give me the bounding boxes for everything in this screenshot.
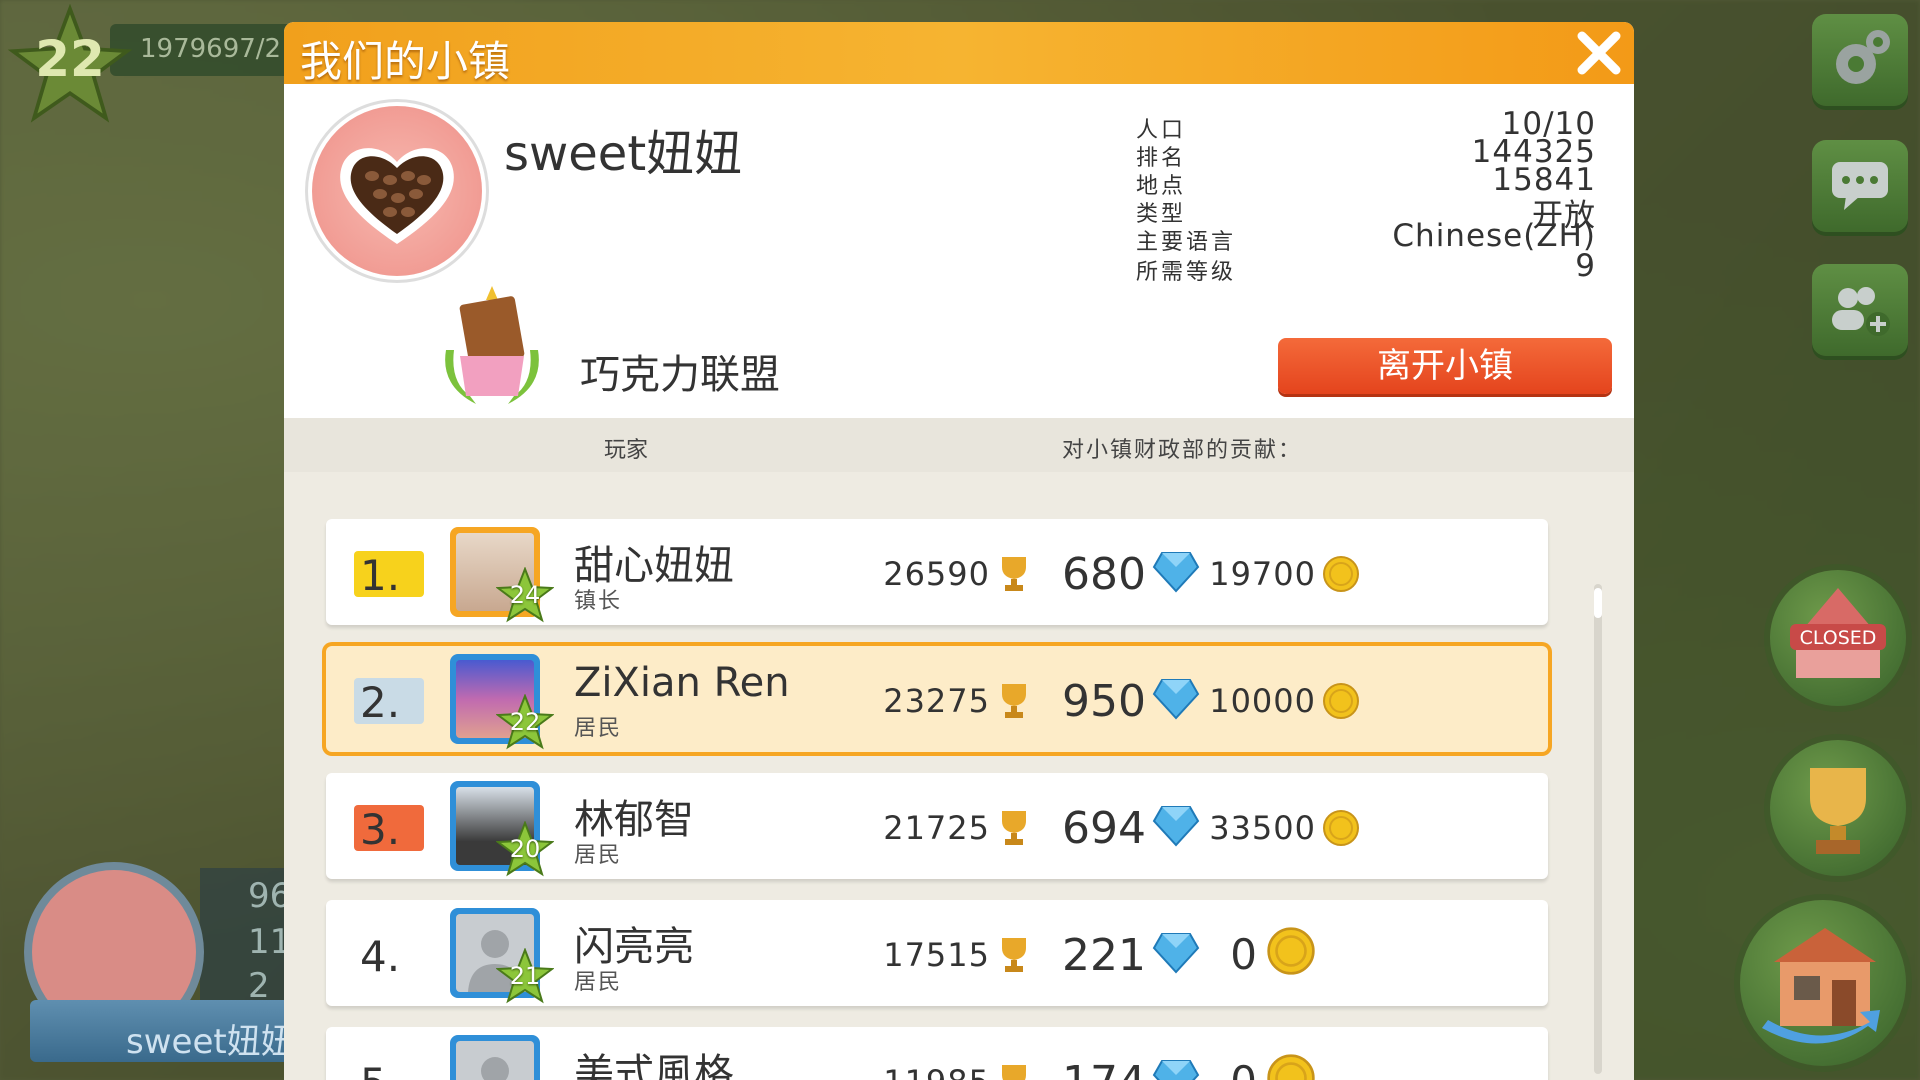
- xp-text: 1979697/2: [140, 34, 282, 64]
- coin-icon: [1267, 1054, 1315, 1080]
- member-row[interactable]: 1. 24 甜心妞妞 镇长 26590 680 19700: [326, 519, 1548, 625]
- coin-icon: [1323, 810, 1359, 846]
- chocolate-badge-icon: [445, 286, 539, 404]
- gear-icon: [1836, 30, 1890, 84]
- coffee-heart-icon: [340, 148, 454, 244]
- town-avatar: [312, 106, 482, 276]
- add-friend-icon: [1832, 287, 1890, 336]
- member-coins: 19700: [1209, 555, 1316, 593]
- member-coins: 0: [1086, 1057, 1258, 1080]
- member-trophies: 11985: [846, 1063, 990, 1080]
- scrollbar-thumb[interactable]: [1594, 588, 1602, 618]
- member-row-current-player[interactable]: 2. 22 ZiXian Ren 居民 23275 950 10000: [326, 646, 1548, 752]
- member-rank: 5.: [360, 1059, 400, 1080]
- member-trophies: 21725: [883, 809, 990, 847]
- default-avatar-icon: [481, 1057, 509, 1080]
- chat-button[interactable]: [1812, 140, 1908, 232]
- house-icon: [1762, 928, 1880, 1044]
- member-rank: 3.: [360, 805, 401, 854]
- member-list-header: [284, 418, 1634, 472]
- member-gems: 680: [1062, 549, 1146, 600]
- market-closed-button[interactable]: CLOSED: [1770, 570, 1906, 706]
- member-trophies: 17515: [883, 936, 990, 974]
- member-row[interactable]: 4. 21 闪亮亮 居民 17515 221 0: [326, 900, 1548, 1006]
- member-row[interactable]: 3. 20 林郁智 居民 21725 694 33500: [326, 773, 1548, 879]
- member-role: 镇长: [574, 589, 623, 614]
- leave-town-button[interactable]: 离开小镇: [1278, 338, 1612, 394]
- closed-sign: CLOSED: [1800, 627, 1877, 649]
- tent-icon: CLOSED: [1790, 588, 1886, 678]
- member-rank: 2.: [360, 678, 401, 727]
- settings-button[interactable]: [1812, 14, 1908, 106]
- coin-icon: [1323, 556, 1359, 592]
- member-gems: 950: [1062, 676, 1146, 727]
- member-level: 20: [509, 835, 541, 863]
- info-label-language: 主要语言: [1136, 230, 1237, 255]
- member-gems: 694: [1062, 803, 1146, 854]
- trophy-icon: [1810, 768, 1866, 854]
- info-value-required-level: 9: [1575, 248, 1596, 284]
- leaderboard-button[interactable]: [1770, 740, 1906, 876]
- member-avatar[interactable]: [450, 1035, 540, 1080]
- member-coins: 33500: [1209, 809, 1316, 847]
- member-trophies: 23275: [883, 682, 990, 720]
- coin-icon: [1323, 683, 1359, 719]
- column-header-player: 玩家: [604, 438, 649, 463]
- member-list[interactable]: 1. 24 甜心妞妞 镇长 26590 680 19700 2. 22 ZiXi…: [284, 472, 1634, 1080]
- town-dialog: 我们的小镇 sweet妞妞 巧克力联盟 人口 10/10 排名 144325 地…: [284, 22, 1634, 1080]
- member-row[interactable]: 5. 美式風格 11985 174 0: [326, 1027, 1548, 1080]
- close-icon: [1577, 31, 1621, 75]
- player-level: 22: [35, 30, 105, 88]
- dialog-title: 我们的小镇: [300, 37, 511, 86]
- member-level: 24: [509, 581, 541, 609]
- member-level: 21: [509, 962, 541, 990]
- member-rank: 1.: [360, 551, 401, 600]
- player-name: sweet妞妞: [126, 1022, 295, 1062]
- member-trophies: 26590: [883, 555, 990, 593]
- member-role: 居民: [574, 716, 623, 741]
- scrollbar-track[interactable]: [1594, 584, 1602, 1074]
- member-rank: 4.: [360, 932, 401, 981]
- member-role: 居民: [574, 843, 623, 868]
- info-value-language: Chinese(ZH): [1392, 218, 1596, 254]
- town-name: sweet妞妞: [504, 126, 743, 182]
- coin-icon: [1267, 927, 1315, 975]
- member-name: ZiXian Ren: [574, 660, 790, 706]
- member-name: 美式風格: [574, 1051, 734, 1080]
- close-button[interactable]: [1572, 26, 1626, 80]
- alliance-name[interactable]: 巧克力联盟: [580, 342, 780, 400]
- build-button[interactable]: [1740, 900, 1906, 1066]
- column-header-contribution: 对小镇财政部的贡献：: [1062, 438, 1303, 463]
- member-coins: 10000: [1209, 682, 1316, 720]
- member-level: 22: [509, 708, 541, 736]
- add-friend-button[interactable]: [1812, 264, 1908, 356]
- info-label-required-level: 所需等级: [1136, 260, 1237, 285]
- chat-icon: [1832, 162, 1888, 210]
- member-coins: 0: [1230, 930, 1258, 979]
- member-role: 居民: [574, 970, 623, 995]
